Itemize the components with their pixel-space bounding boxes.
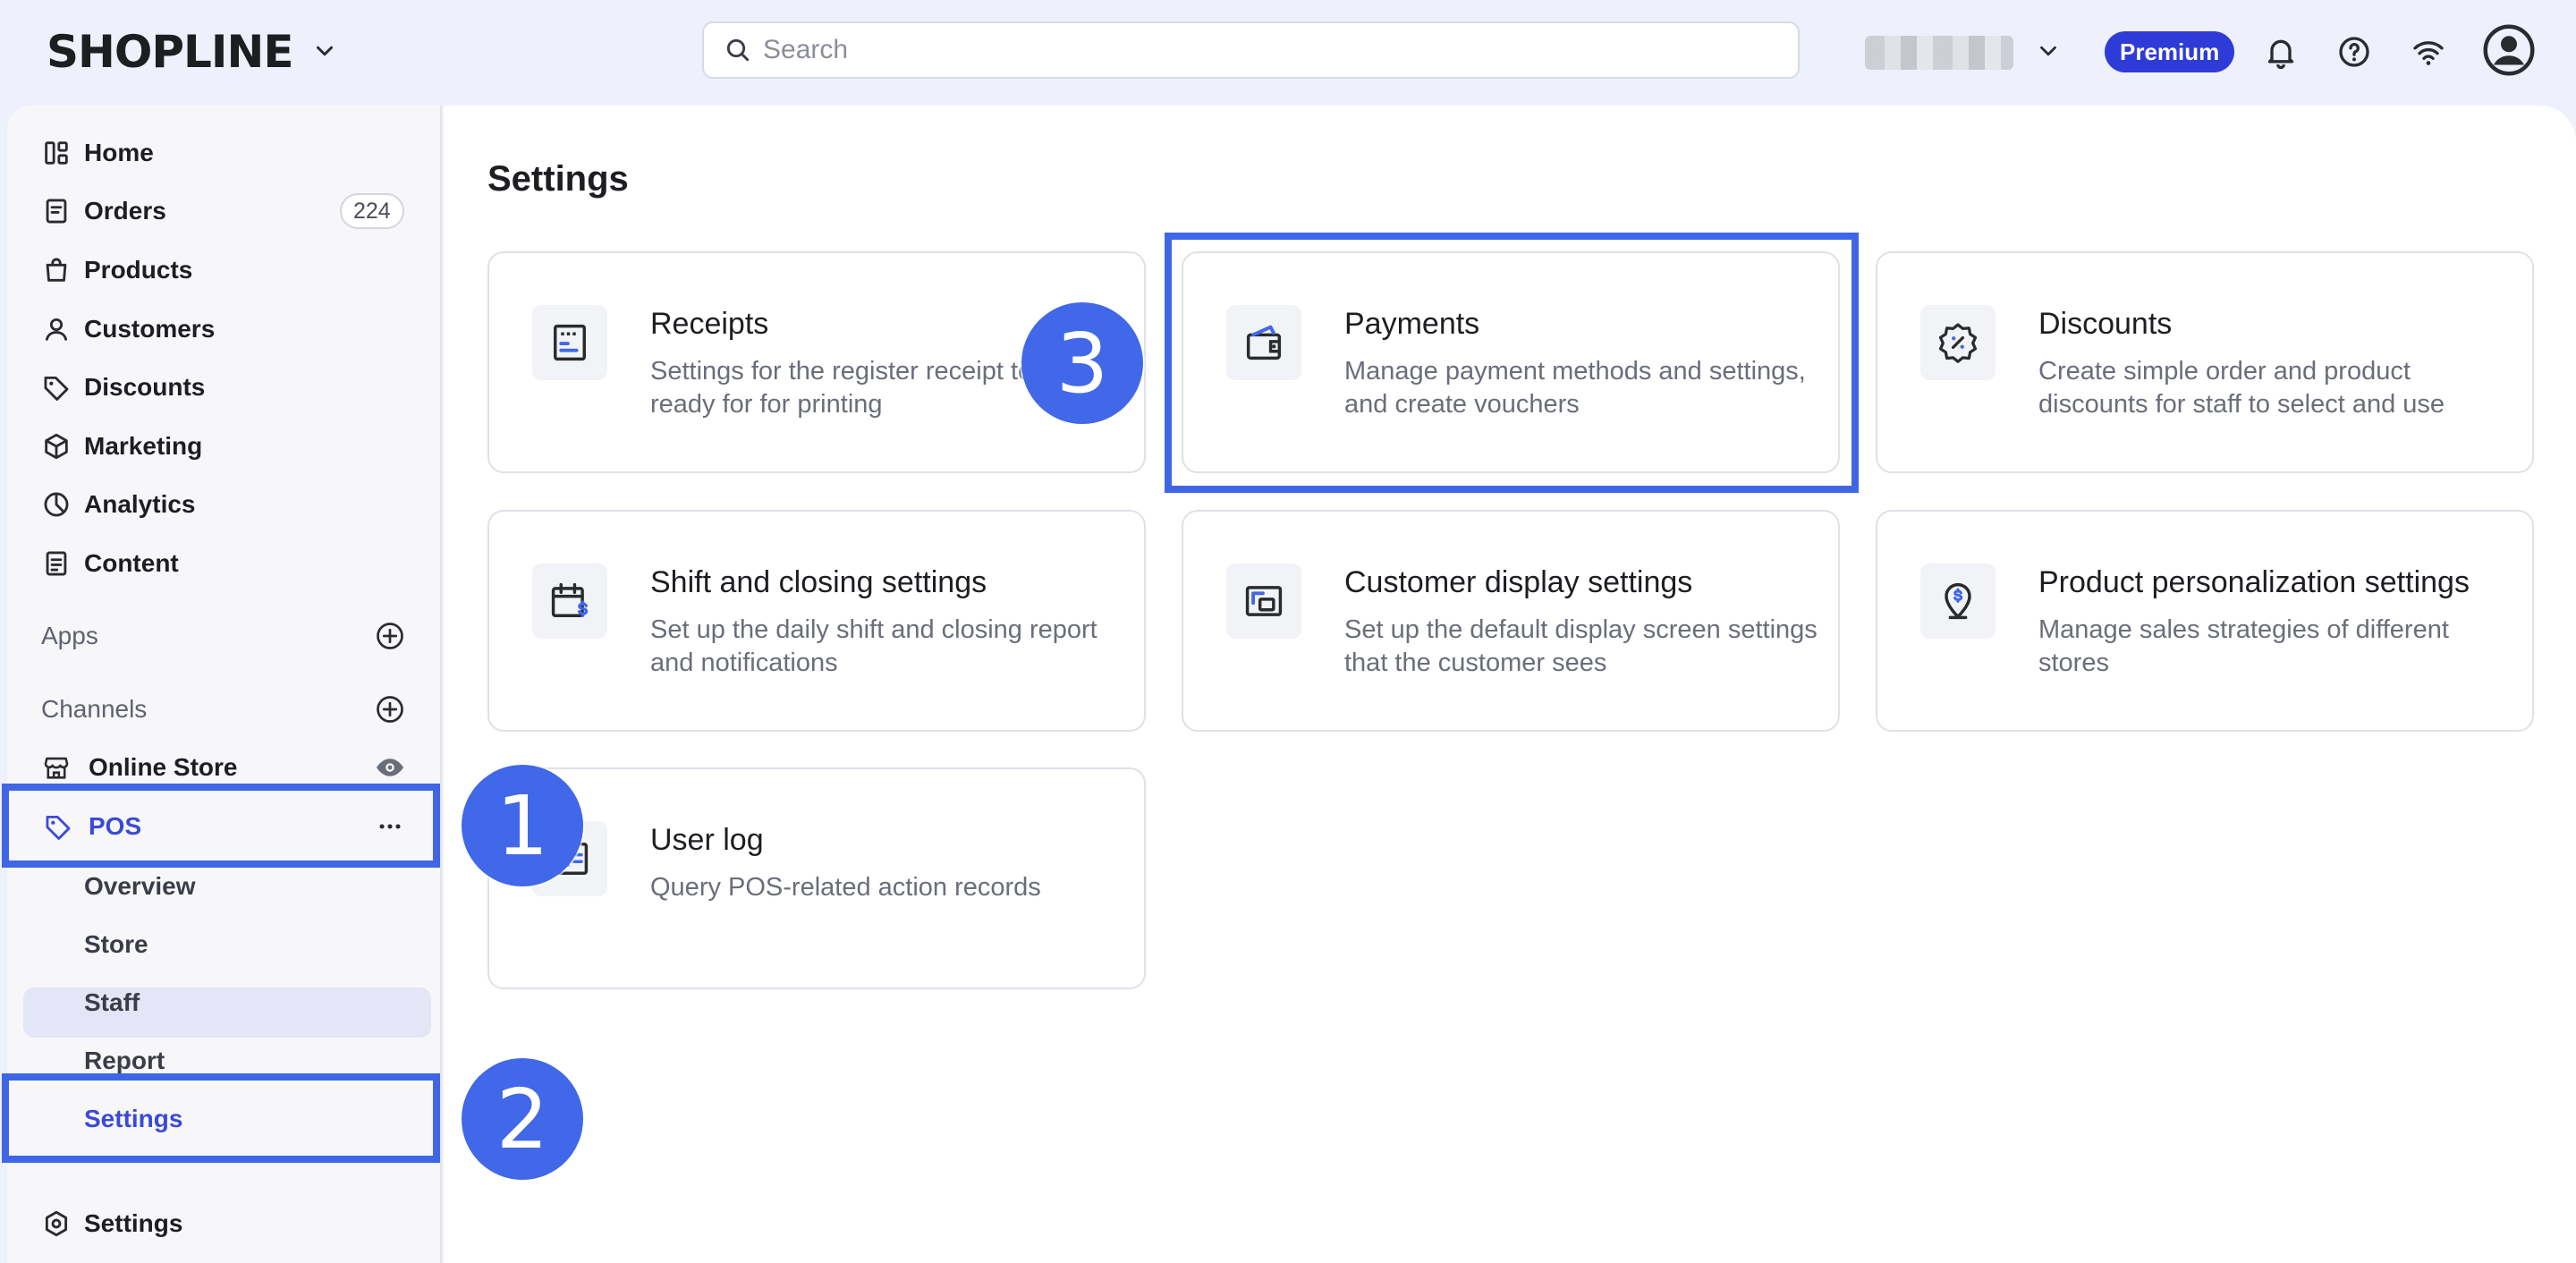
sidebar-item-marketing[interactable]: Marketing (7, 421, 442, 471)
settings-card-shift-closing[interactable]: Shift and closing settings Set up the da… (487, 510, 1146, 732)
orders-icon (46, 199, 67, 224)
card-title: Shift and closing settings (650, 565, 987, 599)
sidebar-item-label: Settings (84, 1209, 183, 1237)
settings-card-discounts[interactable]: Discounts Create simple order and produc… (1876, 251, 2534, 473)
blurred-account-name[interactable] (1865, 36, 2013, 70)
settings-card-product-personalization[interactable]: Product personalization settings Manage … (1876, 510, 2534, 732)
storefront-icon (44, 757, 69, 779)
chevron-down-icon[interactable] (311, 38, 338, 64)
person-icon (45, 318, 68, 341)
pos-subitem-store[interactable]: Store (84, 930, 148, 959)
card-description: Query POS-related action records (650, 873, 1041, 902)
sidebar-item-label: Home (84, 139, 154, 166)
sidebar-item-label: Products (84, 256, 193, 284)
tag-icon (44, 376, 69, 401)
discount-badge-icon (1938, 323, 1978, 363)
card-description: Manage payment methods and settings, and… (1344, 357, 1806, 419)
sidebar-item-settings[interactable]: Settings (7, 1199, 442, 1249)
card-description: Set up the daily shift and closing repor… (650, 615, 1097, 677)
pie-chart-icon (44, 492, 69, 517)
card-title: Discounts (2038, 307, 2173, 341)
top-bar: SHOPLINE Premium (0, 0, 2576, 106)
sidebar-item-products[interactable]: Products (7, 245, 442, 295)
channels-section-label: Channels (41, 695, 148, 723)
card-title: User log (650, 823, 764, 857)
card-title: Payments (1344, 307, 1480, 341)
card-title: Receipts (650, 307, 769, 341)
card-icon-container (1920, 564, 1996, 639)
calendar-dollar-icon (551, 582, 589, 617)
logo-text: SHOPLINE (47, 26, 293, 78)
pos-subitem-staff[interactable]: Staff (84, 988, 140, 1017)
premium-badge[interactable]: Premium (2105, 31, 2235, 72)
cube-icon (45, 433, 68, 460)
settings-card-user-log[interactable]: User log Query POS-related action record… (487, 767, 1146, 989)
sidebar-item-orders[interactable]: Orders 224 (7, 186, 442, 236)
card-icon-container (532, 305, 607, 380)
pos-subitem-settings[interactable]: Settings (84, 1105, 182, 1133)
account-chevron-down-icon[interactable] (2035, 38, 2062, 64)
step-badge-2: 2 (462, 1058, 583, 1180)
card-description: Manage sales strategies of different sto… (2038, 615, 2449, 677)
pos-subitem-overview[interactable]: Overview (84, 872, 196, 901)
layout-icon (45, 141, 68, 165)
sidebar-item-discounts[interactable]: Discounts (7, 362, 442, 412)
card-description: Create simple order and product discount… (2038, 357, 2445, 419)
pos-subitem-report[interactable]: Report (84, 1047, 165, 1075)
settings-card-payments[interactable]: Payments Manage payment methods and sett… (1182, 251, 1840, 473)
sidebar-item-customers[interactable]: Customers (7, 304, 442, 354)
help-icon[interactable] (2336, 34, 2372, 70)
sidebar-item-label: Customers (84, 315, 216, 343)
more-options-icon[interactable] (374, 810, 406, 843)
card-icon-container (1920, 305, 1996, 380)
page-title: Settings (487, 159, 629, 199)
sidebar-item-label: Marketing (84, 432, 203, 460)
card-icon-container (1226, 564, 1301, 639)
card-title: Customer display settings (1344, 565, 1693, 599)
shopline-logo[interactable]: SHOPLINE (47, 23, 293, 81)
sidebar-item-label: Analytics (84, 490, 196, 518)
card-description: Set up the default display screen settin… (1344, 615, 1818, 677)
location-dollar-icon (1945, 582, 1971, 620)
bag-icon (46, 258, 67, 282)
eye-icon[interactable] (374, 751, 406, 784)
apps-section-label: Apps (41, 622, 98, 649)
sidebar-item-label: Online Store (89, 753, 238, 781)
search-bar[interactable] (702, 21, 1800, 79)
settings-icon (45, 1210, 68, 1237)
sidebar-item-analytics[interactable]: Analytics (7, 479, 442, 530)
sidebar-item-content[interactable]: Content (7, 538, 442, 589)
display-icon (1245, 586, 1283, 616)
sidebar-item-label: Content (84, 549, 179, 577)
document-icon (46, 551, 67, 576)
card-title: Product personalization settings (2038, 565, 2470, 599)
wifi-icon[interactable] (2411, 34, 2446, 70)
search-input[interactable] (763, 35, 1747, 65)
orders-count-badge: 224 (340, 193, 404, 229)
step-badge-1: 1 (462, 765, 583, 886)
add-channel-icon[interactable] (374, 693, 406, 725)
sidebar-item-home[interactable]: Home (7, 128, 442, 178)
card-icon-container (1226, 305, 1301, 380)
add-app-icon[interactable] (374, 620, 406, 652)
bell-icon[interactable] (2263, 34, 2299, 70)
sidebar-item-label: POS (89, 812, 142, 840)
step-badge-3: 3 (1021, 302, 1143, 424)
sidebar-item-online-store[interactable]: Online Store (7, 742, 442, 793)
wallet-icon (1246, 325, 1282, 360)
sidebar-item-label: Orders (84, 197, 166, 225)
settings-card-customer-display[interactable]: Customer display settings Set up the def… (1182, 510, 1840, 732)
sidebar-item-pos[interactable]: POS (7, 801, 442, 852)
pos-tag-icon (46, 815, 71, 840)
card-icon-container (532, 564, 607, 639)
user-avatar-icon[interactable] (2482, 23, 2536, 77)
search-icon (726, 38, 750, 62)
sidebar-item-label: Discounts (84, 373, 206, 401)
receipt-icon (554, 324, 586, 361)
